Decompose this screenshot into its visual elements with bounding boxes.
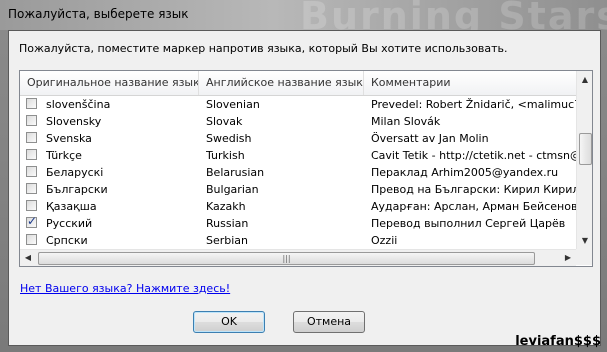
english-name-cell: Russian bbox=[206, 217, 249, 230]
language-checkbox[interactable] bbox=[26, 115, 37, 126]
column-header-comments[interactable]: Комментарии bbox=[364, 71, 576, 95]
native-name-cell: Slovensky bbox=[46, 115, 102, 128]
english-name-cell: Slovak bbox=[206, 115, 243, 128]
cancel-button[interactable]: Отмена bbox=[293, 311, 365, 333]
native-name-cell: Српски bbox=[46, 234, 88, 247]
grip-icon: ||| bbox=[282, 254, 291, 263]
language-checkbox[interactable] bbox=[26, 214, 37, 228]
english-name-cell: Serbian bbox=[206, 234, 249, 247]
language-checkbox[interactable] bbox=[26, 149, 37, 160]
list-item[interactable]: Slovensky Slovak Milan Slovák bbox=[20, 113, 576, 130]
comment-cell: Ozzii bbox=[371, 234, 398, 247]
native-name-cell: Қазақша bbox=[46, 200, 97, 213]
ok-button[interactable]: OK bbox=[193, 311, 265, 333]
comment-cell: Перевод выполнил Сергей Царёв bbox=[371, 217, 566, 230]
scrollbar-corner bbox=[576, 249, 592, 265]
horizontal-scroll-thumb[interactable]: ||| bbox=[38, 252, 535, 265]
comment-cell: Превод на Български: Кирил Кириловски bbox=[371, 183, 576, 196]
list-item[interactable]: Српски Serbian Ozzii bbox=[20, 232, 576, 249]
comment-cell: Cavit Tetik - http://ctetik.net - ctmsn@… bbox=[371, 149, 576, 162]
language-checkbox[interactable] bbox=[26, 200, 37, 211]
missing-language-link[interactable]: Нет Вашего языка? Нажмите здесь! bbox=[20, 282, 230, 295]
language-list[interactable]: Оригинальное название языка Английское н… bbox=[19, 70, 593, 267]
native-name-cell: Беларускі bbox=[46, 166, 104, 179]
native-name-cell: Русский bbox=[46, 217, 93, 230]
list-rows: slovenščina Slovenian Prevedel: Robert Žni… bbox=[20, 96, 576, 249]
english-name-cell: Slovenian bbox=[206, 98, 260, 111]
native-name-cell: Български bbox=[46, 183, 108, 196]
list-item[interactable]: Български Bulgarian Превод на Български: К… bbox=[20, 181, 576, 198]
scroll-down-icon[interactable]: ▼ bbox=[577, 232, 592, 249]
english-name-cell: Turkish bbox=[206, 149, 245, 162]
vertical-scrollbar[interactable]: ▲ ▼ bbox=[576, 71, 592, 249]
window-title: Пожалуйста, выберете язык bbox=[8, 7, 189, 21]
scroll-right-icon[interactable]: ▶ bbox=[560, 250, 576, 266]
list-item[interactable]: Türkçe Turkish Cavit Tetik - http://ctetik… bbox=[20, 147, 576, 164]
comment-cell: Пераклад Arhim2005@yandex.ru bbox=[371, 166, 559, 179]
comment-cell: Milan Slovák bbox=[371, 115, 441, 128]
list-item[interactable]: Беларускі Belarusian Пераклад Arhim2005@ya… bbox=[20, 164, 576, 181]
english-name-cell: Swedish bbox=[206, 132, 252, 145]
language-checkbox[interactable] bbox=[26, 234, 37, 245]
language-checkbox[interactable] bbox=[26, 132, 37, 143]
list-header: Оригинальное название языка Английское н… bbox=[20, 71, 576, 96]
list-item[interactable]: slovenščina Slovenian Prevedel: Robert Žni… bbox=[20, 96, 576, 113]
comment-cell: Översatt av Jan Molin bbox=[371, 132, 489, 145]
instruction-text: Пожалуйста, поместите маркер напротив яз… bbox=[19, 42, 508, 55]
list-item[interactable]: Қазақша Kazakh Аударған: Арслан, Арман Бей… bbox=[20, 198, 576, 215]
vertical-scroll-thumb[interactable] bbox=[579, 133, 592, 165]
native-name-cell: Svenska bbox=[46, 132, 92, 145]
dialog-window: Burning Stars Пожалуйста, выберете язык … bbox=[0, 0, 607, 352]
list-item[interactable]: Svenska Swedish Översatt av Jan Molin bbox=[20, 130, 576, 147]
list-item[interactable]: Русский Russian Перевод выполнил Сергей Ца… bbox=[20, 214, 576, 232]
language-checkbox[interactable] bbox=[26, 98, 37, 109]
comment-cell: Аударған: Арслан, Арман Бейсеновтар bbox=[371, 200, 576, 213]
title-bar[interactable]: Burning Stars Пожалуйста, выберете язык bbox=[0, 0, 607, 38]
native-name-cell: Türkçe bbox=[46, 149, 82, 162]
language-checkbox[interactable] bbox=[26, 166, 37, 177]
language-checkbox[interactable] bbox=[26, 183, 37, 194]
dialog-content: Пожалуйста, поместите маркер напротив яз… bbox=[8, 30, 601, 346]
column-header-english-name[interactable]: Английское название языка bbox=[199, 71, 364, 95]
column-header-native-name[interactable]: Оригинальное название языка bbox=[20, 71, 199, 95]
scroll-up-icon[interactable]: ▲ bbox=[577, 71, 592, 88]
watermark-text: leviafan$$$ bbox=[515, 334, 601, 349]
scroll-left-icon[interactable]: ◀ bbox=[20, 250, 36, 266]
horizontal-scrollbar[interactable]: ◀ ||| ▶ bbox=[20, 249, 576, 266]
comment-cell: Prevedel: Robert Žnidarič, <malimuc72@gm… bbox=[371, 98, 576, 111]
native-name-cell: slovenščina bbox=[46, 98, 111, 111]
english-name-cell: Belarusian bbox=[206, 166, 265, 179]
english-name-cell: Kazakh bbox=[206, 200, 246, 213]
english-name-cell: Bulgarian bbox=[206, 183, 259, 196]
